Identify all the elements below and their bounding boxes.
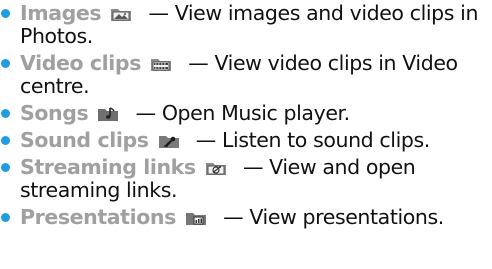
item-term: Sound clips <box>20 128 149 152</box>
bullet-icon <box>1 59 10 68</box>
bullet-icon <box>1 136 10 145</box>
video-clips-folder-icon <box>150 56 172 72</box>
list-item-video-clips: Video clips — View video clips in Video … <box>0 52 492 98</box>
list-item-images: Images — View images and video clips in … <box>0 2 492 48</box>
list-item-sound-clips: Sound clips — Listen to sound clips. <box>0 129 492 152</box>
item-term: Streaming links <box>20 155 196 179</box>
songs-folder-icon <box>97 106 119 122</box>
bullet-icon <box>1 163 10 172</box>
item-description: Open Music player. <box>161 101 350 125</box>
item-description: View presentations. <box>249 205 444 229</box>
streaming-links-folder-icon <box>205 160 227 176</box>
gallery-folder-list: Images — View images and video clips in … <box>0 0 492 229</box>
item-dash: — <box>242 155 264 179</box>
item-description: Listen to sound clips. <box>222 128 430 152</box>
item-term: Video clips <box>20 51 142 75</box>
list-item-songs: Songs — Open Music player. <box>0 102 492 125</box>
item-dash: — <box>188 51 209 75</box>
list-item-streaming-links: Streaming links — View and open streamin… <box>0 156 492 202</box>
item-term: Presentations <box>20 205 176 229</box>
item-term: Images <box>20 1 102 25</box>
item-dash: — <box>148 1 169 25</box>
item-dash: — <box>223 205 244 229</box>
presentations-folder-icon <box>185 210 207 226</box>
bullet-icon <box>1 109 10 118</box>
item-term: Songs <box>20 101 89 125</box>
bullet-icon <box>1 9 10 18</box>
images-folder-icon <box>110 6 132 22</box>
list-item-presentations: Presentations — View presentations. <box>0 206 492 229</box>
item-dash: — <box>135 101 157 125</box>
sound-clips-folder-icon <box>158 133 180 149</box>
bullet-icon <box>1 213 10 222</box>
item-dash: — <box>195 128 217 152</box>
